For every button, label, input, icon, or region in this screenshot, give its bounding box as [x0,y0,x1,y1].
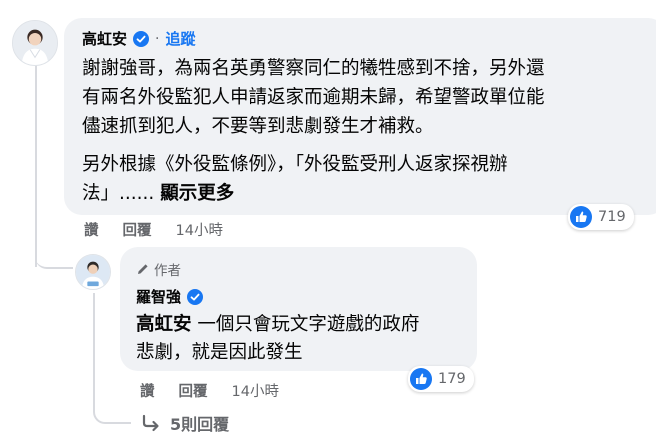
reply-arrow-icon [142,414,159,432]
reply-timestamp[interactable]: 14小時 [232,380,279,401]
comment-text-line: 儘速抓到犯人，不要等到悲劇發生才補救。 [82,116,434,137]
author-badge: 作者 [136,259,181,279]
reaction-count: 719 [598,209,626,225]
comment-text-line: 法」...... 顯示更多 [82,179,508,208]
pencil-icon [138,264,148,274]
reply-text-line: 高虹安 一個只會玩文字遊戲的政府 [136,311,419,339]
reply-thread-connector [93,293,95,401]
comment-text-line: 另外根據《外役監條例》，「外役監受刑人返家探視辦 [82,154,508,175]
reply-text-content: 一個只會玩文字遊戲的政府 [191,314,420,335]
commenter-name[interactable]: 高虹安 [82,28,127,49]
comment-actions: 讚 回覆 14小時 [84,219,223,240]
verified-badge-icon [133,30,150,47]
reply-text: 高虹安 一個只會玩文字遊戲的政府 悲劇，就是因此發生 [136,311,419,367]
like-button[interactable]: 讚 [84,219,99,240]
comment-text-tail: 法」...... [82,183,155,204]
reply-reactions[interactable]: 179 [408,366,474,392]
view-replies-label[interactable]: 5則回覆 [170,411,229,435]
verified-badge-icon [187,288,204,305]
reply-author-avatar[interactable] [75,254,111,290]
reply-header: 羅智強 [136,286,204,307]
comment-thread: 高虹安 · 追蹤 謝謝強哥，為兩名英勇警察同仁的犧牲感到不捨，另外還 有兩名外役… [0,0,656,442]
commenter-avatar[interactable] [12,20,58,66]
thread-connector [35,62,37,267]
comment-reactions[interactable]: 719 [568,204,634,230]
separator-dot: · [155,30,160,47]
comment-text-line: 有兩名外役監犯人申請返家而逾期未歸，希望警政單位能 [82,87,545,108]
author-badge-label: 作者 [154,263,181,279]
reply-thread-elbow [93,400,131,424]
reply-button[interactable]: 回覆 [123,219,152,240]
comment-text-continued: 另外根據《外役監條例》，「外役監受刑人返家探視辦 法」...... 顯示更多 [82,150,508,208]
like-reaction-icon [410,368,432,390]
comment-header: 高虹安 · 追蹤 [82,28,195,49]
comment-timestamp[interactable]: 14小時 [176,219,223,240]
comment-bubble: 高虹安 · 追蹤 謝謝強哥，為兩名英勇警察同仁的犧牲感到不捨，另外還 有兩名外役… [64,18,656,215]
like-reaction-icon [570,206,592,228]
thread-connector-elbow [35,245,73,269]
reaction-count: 179 [438,371,466,387]
reply-author-name[interactable]: 羅智強 [136,286,181,307]
like-button[interactable]: 讚 [140,380,155,401]
reply-actions: 讚 回覆 14小時 [140,380,279,401]
comment-text-line: 謝謝強哥，為兩名英勇警察同仁的犧牲感到不捨，另外還 [82,58,545,79]
view-replies-link[interactable]: 5則回覆 [140,411,229,435]
see-more-link[interactable]: 顯示更多 [160,183,234,204]
reply-text-line: 悲劇，就是因此發生 [136,342,303,363]
reply-bubble: 作者 羅智強 高虹安 一個只會玩文字遊戲的政府 悲劇，就是因此發生 [120,247,477,371]
follow-button[interactable]: 追蹤 [165,28,195,49]
reply-button[interactable]: 回覆 [179,380,208,401]
comment-text: 謝謝強哥，為兩名英勇警察同仁的犧牲感到不捨，另外還 有兩名外役監犯人申請返家而逾… [82,54,545,141]
mention-tag[interactable]: 高虹安 [136,314,192,335]
